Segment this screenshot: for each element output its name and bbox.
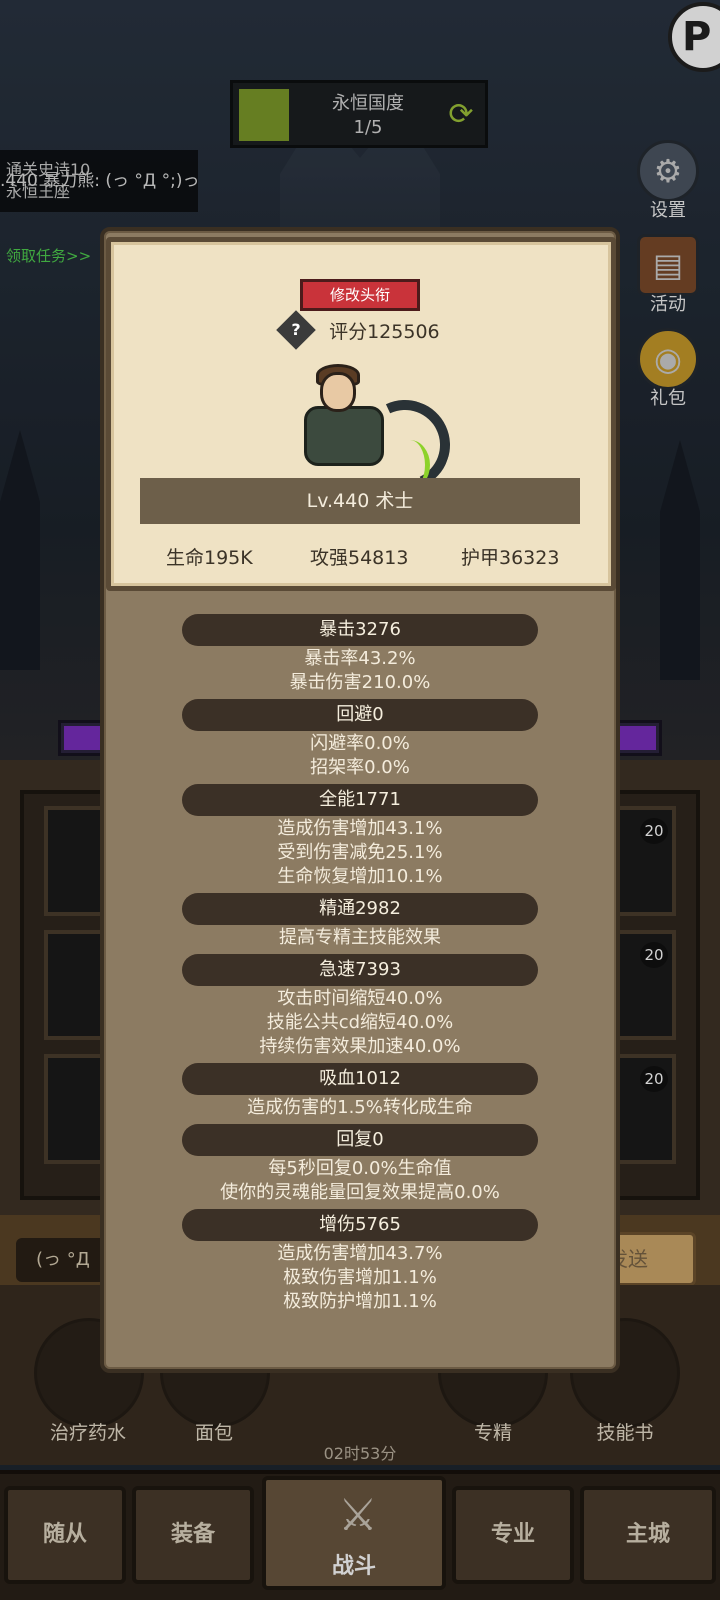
stat-line: 使你的灵魂能量回复效果提高0.0%	[220, 1182, 500, 1203]
section-damage-bonus-header: 增伤5765	[182, 1209, 538, 1241]
stat-line: 闪避率0.0%	[310, 733, 410, 754]
stat-line: 造成伤害增加43.1%	[277, 818, 443, 839]
stat-line: 每5秒回复0.0%生命值	[268, 1158, 452, 1179]
section-mastery-header: 精通2982	[182, 893, 538, 925]
stat-attack-power: 攻强54813	[310, 547, 409, 569]
stat-line: 极致防护增加1.1%	[283, 1291, 437, 1312]
stat-line: 暴击率43.2%	[304, 648, 416, 669]
stat-line: 造成伤害增加43.7%	[277, 1243, 443, 1264]
level-class-label: Lv.440 术士	[140, 478, 580, 524]
stat-line: 暴击伤害210.0%	[289, 672, 431, 693]
stat-line: 技能公共cd缩短40.0%	[266, 1012, 454, 1033]
section-recovery-header: 回复0	[182, 1124, 538, 1156]
stat-line: 招架率0.0%	[310, 757, 410, 778]
stat-line: 造成伤害的1.5%转化成生命	[247, 1097, 473, 1118]
stat-line: 提高专精主技能效果	[279, 927, 441, 948]
section-crit-header: 暴击3276	[182, 614, 538, 646]
stat-line: 生命恢复增加10.1%	[277, 866, 443, 887]
stat-armor: 护甲36323	[461, 547, 560, 569]
section-versatility-header: 全能1771	[182, 784, 538, 816]
hero-head	[320, 372, 356, 412]
section-avoidance-header: 回避0	[182, 699, 538, 731]
hero-portrait	[290, 360, 463, 503]
stat-line: 攻击时间缩短40.0%	[277, 988, 443, 1009]
stat-line: 极致伤害增加1.1%	[283, 1267, 437, 1288]
section-haste-header: 急速7393	[182, 954, 538, 986]
score-value: 评分125506	[329, 320, 440, 343]
stat-health: 生命195K	[166, 547, 253, 569]
section-leech-header: 吸血1012	[182, 1063, 538, 1095]
help-icon[interactable]: ?	[276, 310, 316, 350]
stat-line: 持续伤害效果加速40.0%	[259, 1036, 461, 1057]
stat-line: 受到伤害减免25.1%	[277, 842, 443, 863]
edit-title-button[interactable]: 修改头衔	[300, 279, 420, 311]
score-row: ? 评分125506	[276, 310, 440, 350]
